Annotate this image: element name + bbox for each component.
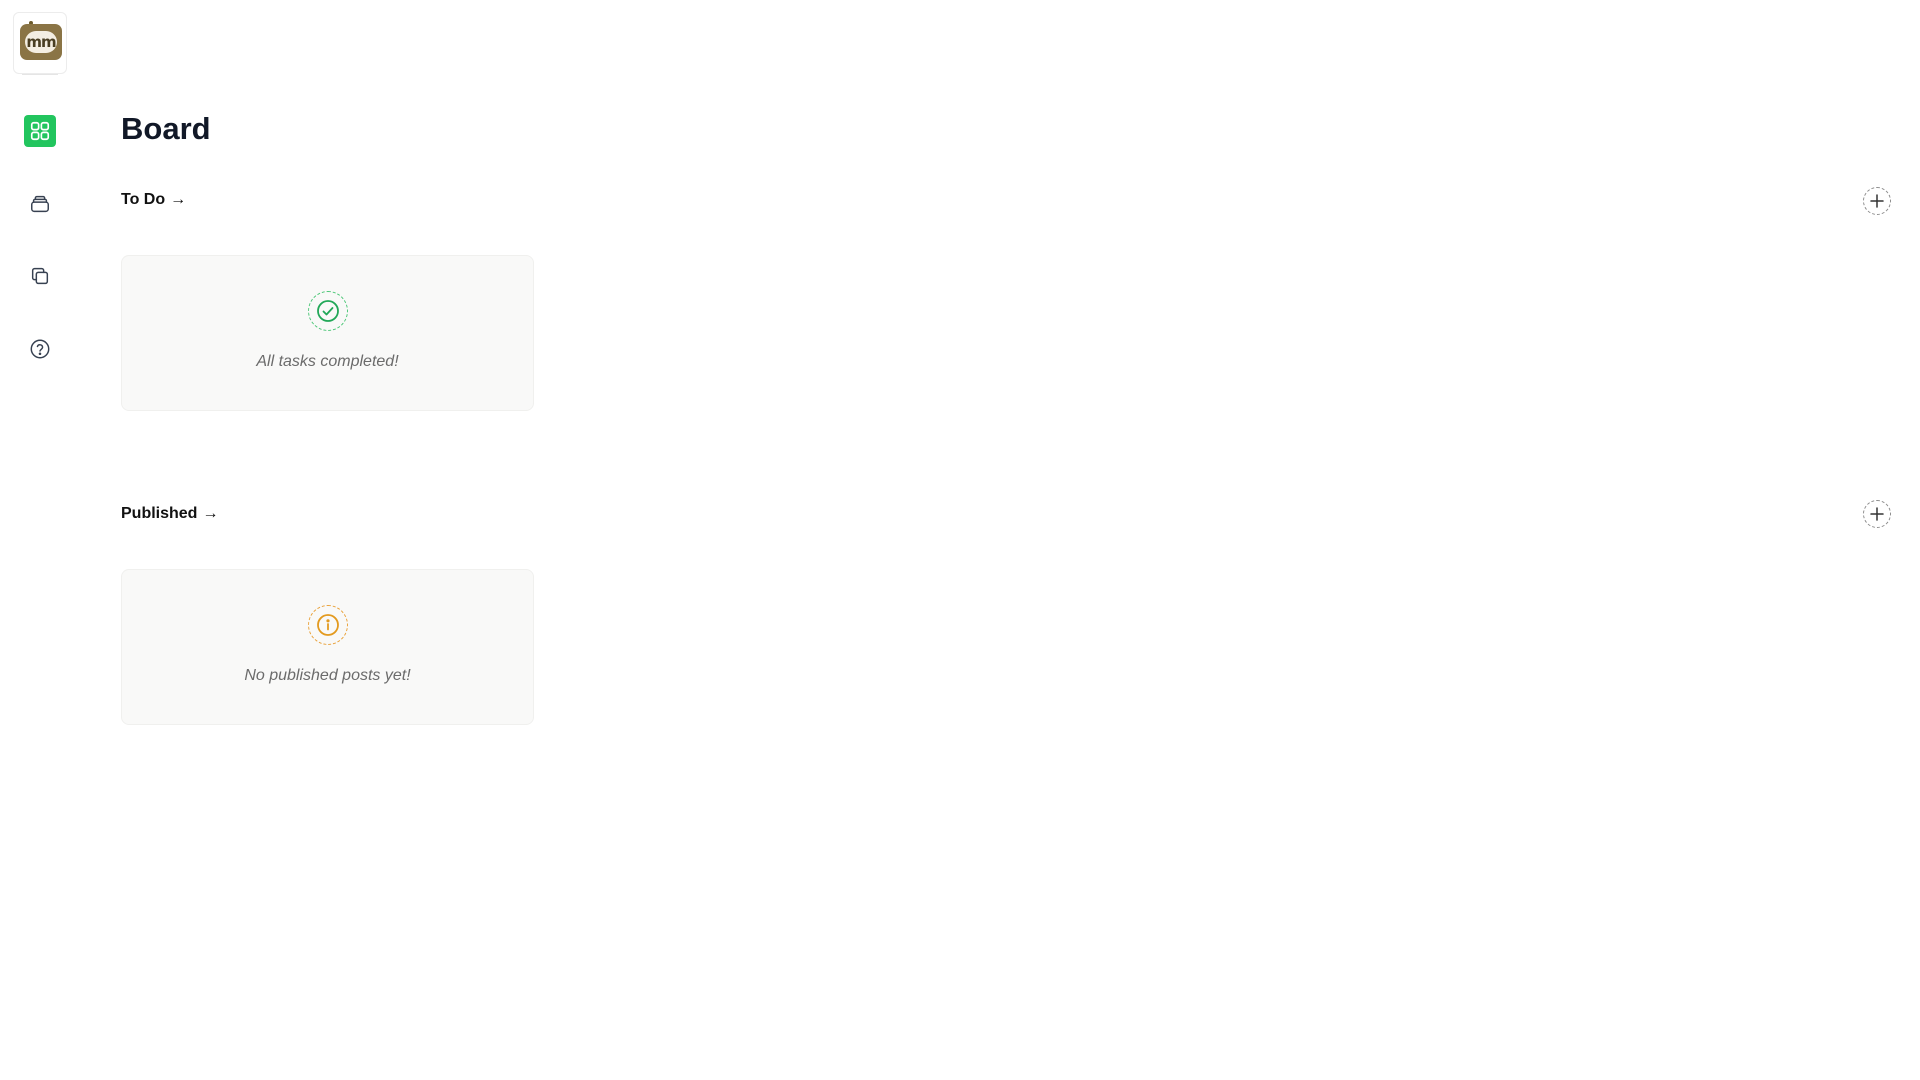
logo-container[interactable]: mm bbox=[13, 12, 67, 75]
add-published-button[interactable] bbox=[1863, 500, 1891, 528]
nav-item-help[interactable] bbox=[24, 333, 56, 365]
copy-icon bbox=[31, 267, 49, 285]
arrow-right-icon: → bbox=[170, 191, 187, 208]
sidebar: mm bbox=[0, 0, 80, 1080]
section-title: Published bbox=[121, 505, 198, 522]
nav-item-inbox[interactable] bbox=[24, 188, 56, 220]
published-empty-card: No published posts yet! bbox=[121, 569, 534, 725]
info-circle-icon bbox=[308, 605, 348, 645]
add-todo-button[interactable] bbox=[1863, 187, 1891, 215]
inbox-icon bbox=[31, 195, 49, 213]
plus-icon bbox=[1870, 507, 1884, 521]
section-title: To Do bbox=[121, 191, 166, 208]
check-circle-icon bbox=[308, 291, 348, 331]
nav-item-board[interactable] bbox=[24, 115, 56, 147]
logo-text: mm bbox=[25, 31, 57, 53]
section-header-todo[interactable]: To Do → bbox=[121, 190, 186, 210]
help-circle-icon bbox=[30, 339, 50, 359]
plus-icon bbox=[1870, 194, 1884, 208]
arrow-right-icon: → bbox=[202, 505, 219, 522]
todo-empty-card: All tasks completed! bbox=[121, 255, 534, 411]
empty-state-text: No published posts yet! bbox=[244, 667, 411, 684]
page-title: Board bbox=[121, 111, 211, 146]
grid-icon bbox=[30, 121, 50, 141]
app-root: mm Board To Do → All tasks completed! Pu… bbox=[0, 0, 1920, 1080]
nav-item-copy[interactable] bbox=[24, 260, 56, 292]
empty-state-text: All tasks completed! bbox=[256, 353, 399, 370]
section-header-published[interactable]: Published → bbox=[121, 504, 218, 524]
app-logo: mm bbox=[20, 24, 62, 60]
